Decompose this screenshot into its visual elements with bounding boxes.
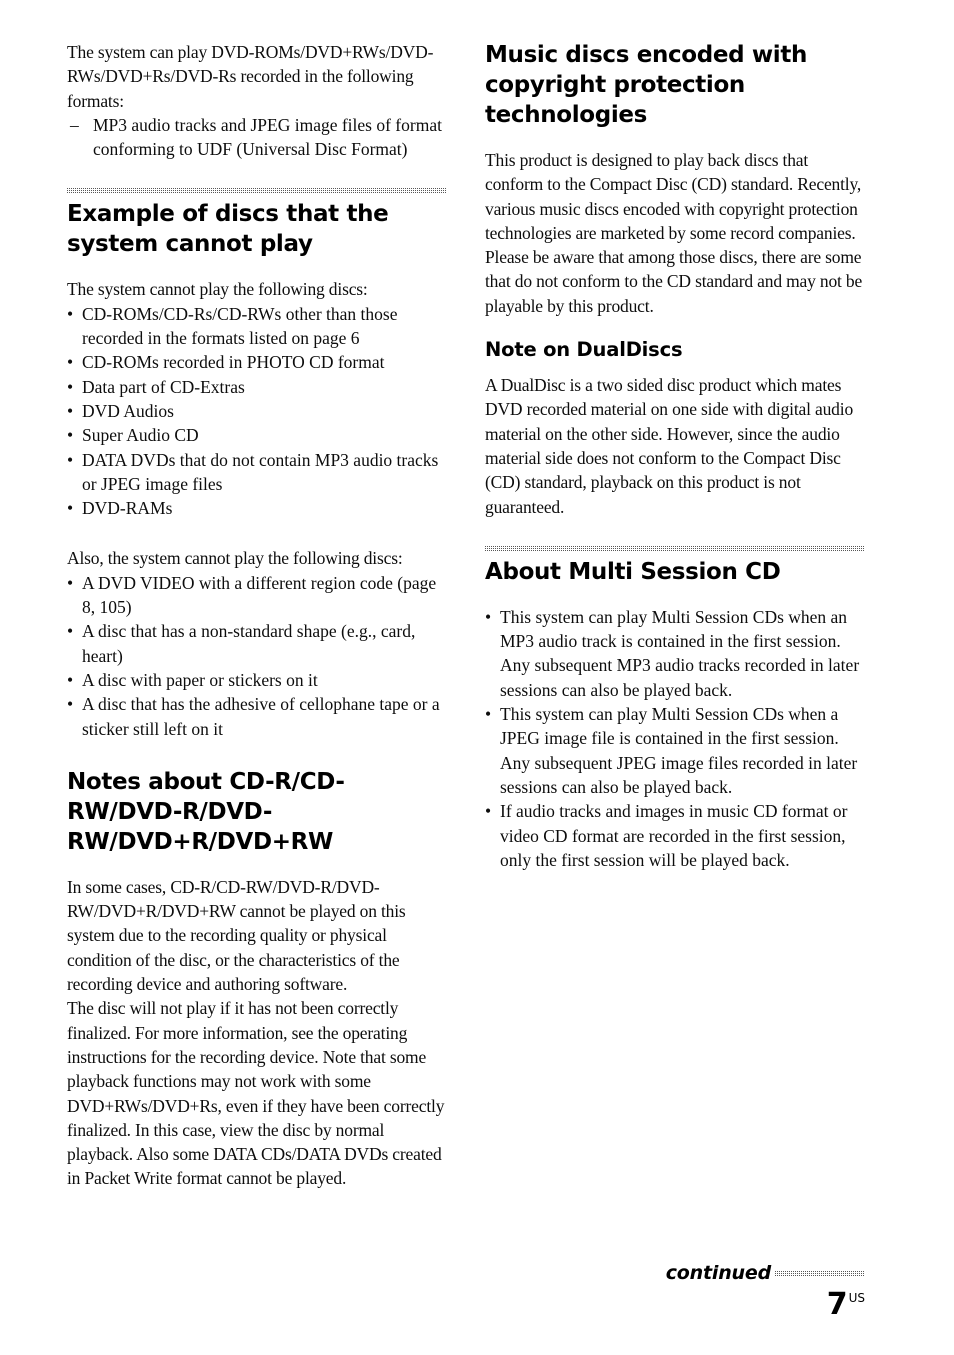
left-column: The system can play DVD-ROMs/DVD+RWs/DVD… bbox=[67, 40, 447, 1191]
intro-paragraph: The system can play DVD-ROMs/DVD+RWs/DVD… bbox=[67, 42, 434, 111]
list-item-text: A disc that has a non-standard shape (e.… bbox=[82, 621, 416, 666]
list-item-text: DVD Audios bbox=[82, 400, 174, 421]
list-item: • CD-ROMs recorded in PHOTO CD format bbox=[67, 350, 447, 374]
dash-marker: – bbox=[70, 114, 79, 135]
continued-rule bbox=[775, 1270, 865, 1276]
copyright-protection-paragraph: This product is designed to play back di… bbox=[485, 150, 863, 316]
bullet-marker: • bbox=[485, 606, 492, 627]
list-item-text: DATA DVDs that do not contain MP3 audio … bbox=[82, 449, 439, 494]
section-heading-dualdiscs: Note on DualDiscs bbox=[485, 338, 683, 362]
list-item-text: MP3 audio tracks and JPEG image files of… bbox=[93, 114, 442, 160]
list-item-text: A disc that has the adhesive of cellopha… bbox=[82, 694, 440, 739]
list-item-text: Data part of CD-Extras bbox=[82, 376, 245, 397]
list-item-text: CD-ROMs/CD-Rs/CD-RWs other than those re… bbox=[82, 303, 398, 349]
cannot-play-lead: The system cannot play the following dis… bbox=[67, 279, 368, 300]
list-item: • This system can play Multi Session CDs… bbox=[485, 605, 865, 702]
bullet-marker: • bbox=[67, 425, 74, 446]
list-item: • A disc with paper or stickers on it bbox=[67, 668, 447, 692]
cannot-play-second-lead: Also, the system cannot play the followi… bbox=[67, 548, 403, 569]
list-item: • CD-ROMs/CD-Rs/CD-RWs other than those … bbox=[67, 302, 447, 351]
list-item-text: A DVD VIDEO with a different region code… bbox=[82, 572, 437, 618]
list-item: • Data part of CD-Extras bbox=[67, 375, 447, 399]
list-item: • If audio tracks and images in music CD… bbox=[485, 799, 865, 872]
section-heading-multi-session: About Multi Session CD bbox=[485, 558, 781, 585]
section-divider-rule bbox=[485, 544, 865, 551]
section-heading-notes-recordable: Notes about CD-R/CD-RW/DVD-R/DVD-RW/DVD+… bbox=[67, 768, 345, 855]
list-item: • DATA DVDs that do not contain MP3 audi… bbox=[67, 448, 447, 497]
continued-label: continued bbox=[665, 1262, 771, 1284]
list-item-text: Super Audio CD bbox=[82, 425, 199, 446]
list-item: • This system can play Multi Session CDs… bbox=[485, 702, 865, 799]
bullet-marker: • bbox=[67, 400, 74, 421]
list-item-text: CD-ROMs recorded in PHOTO CD format bbox=[82, 352, 385, 373]
list-item: – MP3 audio tracks and JPEG image files … bbox=[67, 113, 447, 162]
section-heading-copyright-protection: Music discs encoded with copyright prote… bbox=[485, 42, 808, 128]
bullet-marker: • bbox=[67, 572, 74, 593]
bullet-marker: • bbox=[67, 694, 74, 715]
cannot-play-second-bullet-list: • A DVD VIDEO with a different region co… bbox=[67, 571, 447, 741]
manual-page: The system can play DVD-ROMs/DVD+RWs/DVD… bbox=[0, 0, 954, 1355]
list-item: • A disc that has the adhesive of cellop… bbox=[67, 692, 447, 741]
list-item-text: DVD-RAMs bbox=[82, 498, 173, 519]
list-item: • DVD-RAMs bbox=[67, 496, 447, 520]
list-item-text: A disc with paper or stickers on it bbox=[82, 669, 318, 690]
cannot-play-bullet-list: • CD-ROMs/CD-Rs/CD-RWs other than those … bbox=[67, 302, 447, 521]
page-number: 7 bbox=[826, 1287, 848, 1322]
bullet-marker: • bbox=[485, 704, 492, 725]
intro-dash-list: – MP3 audio tracks and JPEG image files … bbox=[67, 113, 447, 162]
list-item: • Super Audio CD bbox=[67, 423, 447, 447]
bullet-marker: • bbox=[67, 303, 74, 324]
right-column: Music discs encoded with copyright prote… bbox=[485, 40, 865, 872]
list-item-text: This system can play Multi Session CDs w… bbox=[500, 606, 860, 700]
list-item: • DVD Audios bbox=[67, 399, 447, 423]
bullet-marker: • bbox=[67, 669, 74, 690]
page-footer: continued 7 US bbox=[485, 1262, 865, 1320]
list-item-text: If audio tracks and images in music CD f… bbox=[500, 801, 848, 870]
dualdiscs-paragraph: A DualDisc is a two sided disc product w… bbox=[485, 375, 854, 517]
bullet-marker: • bbox=[67, 621, 74, 642]
page-number-region-suffix: US bbox=[848, 1291, 865, 1305]
bullet-marker: • bbox=[67, 449, 74, 470]
notes-recordable-paragraph-2: The disc will not play if it has not bee… bbox=[67, 998, 445, 1189]
list-item: • A disc that has a non-standard shape (… bbox=[67, 619, 447, 668]
notes-recordable-paragraph-1: In some cases, CD-R/CD-RW/DVD-R/DVD-RW/D… bbox=[67, 876, 406, 995]
bullet-marker: • bbox=[485, 801, 492, 822]
bullet-marker: • bbox=[67, 376, 74, 397]
bullet-marker: • bbox=[67, 498, 74, 519]
list-item: • A DVD VIDEO with a different region co… bbox=[67, 571, 447, 620]
bullet-marker: • bbox=[67, 352, 74, 373]
multi-session-bullet-list: • This system can play Multi Session CDs… bbox=[485, 605, 865, 872]
list-item-text: This system can play Multi Session CDs w… bbox=[500, 704, 858, 797]
section-heading-cannot-play: Example of discs that the system cannot … bbox=[67, 201, 389, 258]
continued-row: continued bbox=[485, 1262, 865, 1284]
section-divider-rule bbox=[67, 187, 447, 194]
page-number-row: 7 US bbox=[485, 1290, 865, 1320]
